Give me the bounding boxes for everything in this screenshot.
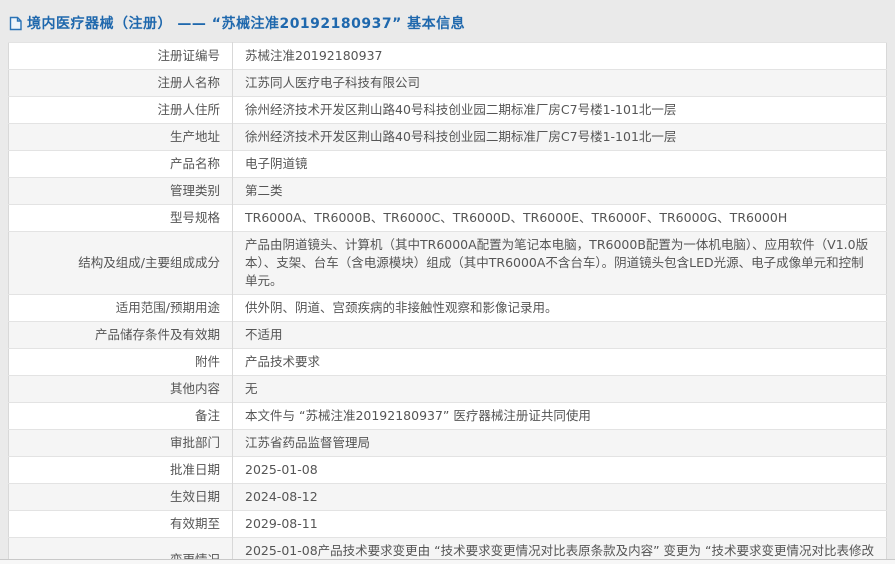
- row-value: 2029-08-11: [232, 510, 887, 538]
- table-row: 注册人名称 江苏同人医疗电子科技有限公司: [8, 69, 887, 97]
- row-value: 江苏省药品监督管理局: [232, 429, 887, 457]
- table-row: 管理类别 第二类: [8, 177, 887, 205]
- table-row: 注册人住所 徐州经济技术开发区荆山路40号科技创业园二期标准厂房C7号楼1-101…: [8, 96, 887, 124]
- row-value: 徐州经济技术开发区荆山路40号科技创业园二期标准厂房C7号楼1-101北一层: [232, 123, 887, 151]
- row-label: 型号规格: [8, 204, 233, 232]
- table-row: 批准日期 2025-01-08: [8, 456, 887, 484]
- row-label: 产品储存条件及有效期: [8, 321, 233, 349]
- row-value: 徐州经济技术开发区荆山路40号科技创业园二期标准厂房C7号楼1-101北一层: [232, 96, 887, 124]
- table-row: 型号规格 TR6000A、TR6000B、TR6000C、TR6000D、TR60…: [8, 204, 887, 232]
- table-row: 生效日期 2024-08-12: [8, 483, 887, 511]
- row-label: 注册人名称: [8, 69, 233, 97]
- table-row: 注册证编号 苏械注准20192180937: [8, 42, 887, 70]
- row-value: 第二类: [232, 177, 887, 205]
- document-icon: [9, 16, 22, 31]
- table-row: 产品名称 电子阴道镜: [8, 150, 887, 178]
- row-label: 注册证编号: [8, 42, 233, 70]
- page: 境内医疗器械（注册） —— “苏械注准20192180937” 基本信息 注册证…: [0, 0, 895, 564]
- row-value: 江苏同人医疗电子科技有限公司: [232, 69, 887, 97]
- row-value: 不适用: [232, 321, 887, 349]
- row-value: 电子阴道镜: [232, 150, 887, 178]
- row-label: 备注: [8, 402, 233, 430]
- row-label: 附件: [8, 348, 233, 376]
- table-row: 审批部门 江苏省药品监督管理局: [8, 429, 887, 457]
- registration-info-table: 注册证编号 苏械注准20192180937 注册人名称 江苏同人医疗电子科技有限公司注…: [8, 42, 887, 564]
- row-label: 其他内容: [8, 375, 233, 403]
- page-title: 境内医疗器械（注册） —— “苏械注准20192180937” 基本信息: [27, 16, 466, 32]
- row-label: 有效期至: [8, 510, 233, 538]
- row-value: 供外阴、阴道、宫颈疾病的非接触性观察和影像记录用。: [232, 294, 887, 322]
- row-value: 产品技术要求: [232, 348, 887, 376]
- row-label: 生效日期: [8, 483, 233, 511]
- table-row: 适用范围/预期用途 供外阴、阴道、宫颈疾病的非接触性观察和影像记录用。: [8, 294, 887, 322]
- table-row: 有效期至 2029-08-11: [8, 510, 887, 538]
- row-value: 2024-08-12: [232, 483, 887, 511]
- table-row: 其他内容无: [8, 375, 887, 403]
- row-label: 生产地址: [8, 123, 233, 151]
- row-label: 审批部门: [8, 429, 233, 457]
- row-label: 管理类别: [8, 177, 233, 205]
- row-value: 产品由阴道镜头、计算机（其中TR6000A配置为笔记本电脑，TR6000B配置为…: [232, 231, 887, 295]
- row-value: 2025-01-08: [232, 456, 887, 484]
- row-value: 无: [232, 375, 887, 403]
- row-label: 注册人住所: [8, 96, 233, 124]
- table-row: 生产地址 徐州经济技术开发区荆山路40号科技创业园二期标准厂房C7号楼1-101北…: [8, 123, 887, 151]
- table-row: 附件 产品技术要求: [8, 348, 887, 376]
- table-row: 备注 本文件与 “苏械注准20192180937” 医疗器械注册证共同使用: [8, 402, 887, 430]
- table-row: 结构及组成/主要组成成分 产品由阴道镜头、计算机（其中TR6000A配置为笔记本电…: [8, 231, 887, 295]
- footer-divider: [0, 559, 895, 564]
- row-value: 苏械注准20192180937: [232, 42, 887, 70]
- row-label: 批准日期: [8, 456, 233, 484]
- page-header: 境内医疗器械（注册） —— “苏械注准20192180937” 基本信息: [0, 0, 895, 42]
- row-label: 适用范围/预期用途: [8, 294, 233, 322]
- row-value: TR6000A、TR6000B、TR6000C、TR6000D、TR6000E、…: [232, 204, 887, 232]
- row-label: 结构及组成/主要组成成分: [8, 231, 233, 295]
- row-value: 本文件与 “苏械注准20192180937” 医疗器械注册证共同使用: [232, 402, 887, 430]
- table-row: 产品储存条件及有效期 不适用: [8, 321, 887, 349]
- row-label: 产品名称: [8, 150, 233, 178]
